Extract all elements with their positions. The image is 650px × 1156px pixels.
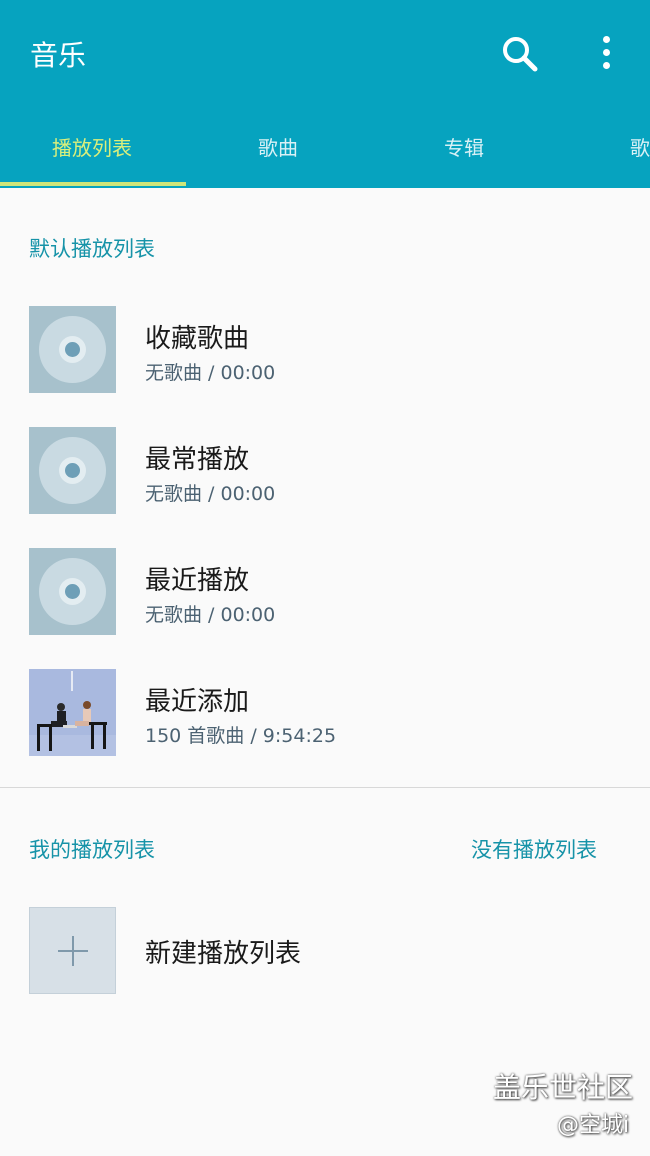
playlist-row-most-played[interactable]: 最常播放 无歌曲 / 00:00 <box>0 427 650 537</box>
playlist-title: 最近播放 <box>145 566 250 596</box>
tab-albums[interactable]: 专辑 <box>444 132 484 161</box>
new-playlist-label: 新建播放列表 <box>145 939 302 969</box>
album-photo <box>29 669 116 756</box>
playlist-row-recently-played[interactable]: 最近播放 无歌曲 / 00:00 <box>0 548 650 658</box>
tab-playlists[interactable]: 播放列表 <box>52 132 132 161</box>
default-playlists-header: 默认播放列表 <box>29 237 155 261</box>
playlist-title: 最常播放 <box>145 445 250 475</box>
playlist-subtitle: 无歌曲 / 00:00 <box>145 362 276 384</box>
add-icon <box>29 907 116 994</box>
no-playlists-status: 没有播放列表 <box>471 838 597 862</box>
playlist-row-recently-added[interactable]: 最近添加 150 首歌曲 / 9:54:25 <box>0 669 650 779</box>
disc-icon <box>29 548 116 635</box>
app-title: 音乐 <box>30 39 87 72</box>
tab-songs[interactable]: 歌曲 <box>258 132 298 161</box>
app-bar: 音乐 播放列表 歌曲 专辑 歌 <box>0 0 650 188</box>
tab-artists[interactable]: 歌 <box>630 132 650 161</box>
playlist-title: 收藏歌曲 <box>145 324 250 354</box>
tab-indicator <box>0 182 186 186</box>
new-playlist-row[interactable]: 新建播放列表 <box>0 907 650 1017</box>
playlist-subtitle: 150 首歌曲 / 9:54:25 <box>145 725 337 747</box>
section-divider <box>0 787 650 788</box>
my-playlists-header: 我的播放列表 <box>29 838 155 862</box>
search-icon[interactable] <box>500 34 540 74</box>
disc-icon <box>29 427 116 514</box>
playlist-subtitle: 无歌曲 / 00:00 <box>145 483 276 505</box>
more-options-icon[interactable] <box>594 34 618 70</box>
watermark-author: @空城i <box>557 1113 630 1138</box>
disc-icon <box>29 306 116 393</box>
playlist-row-favorites[interactable]: 收藏歌曲 无歌曲 / 00:00 <box>0 306 650 416</box>
watermark-brand: 盖乐世社区 <box>493 1071 634 1104</box>
playlist-title: 最近添加 <box>145 687 250 717</box>
playlist-subtitle: 无歌曲 / 00:00 <box>145 604 276 626</box>
